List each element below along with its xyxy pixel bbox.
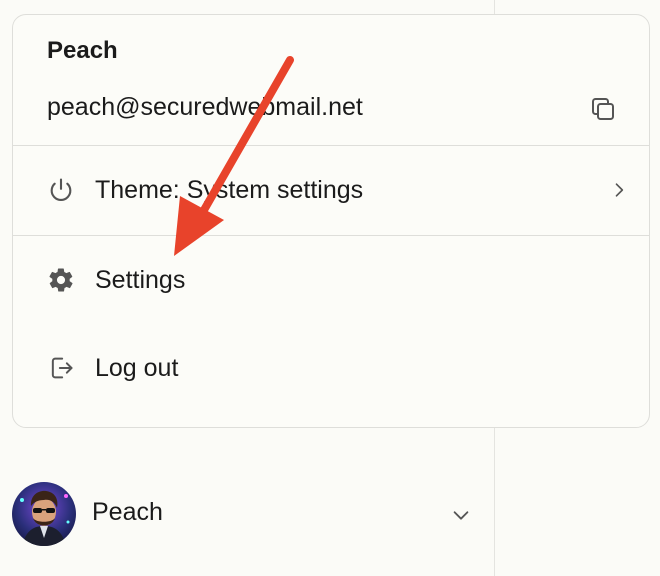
copy-icon <box>592 98 614 120</box>
menu-item-logout-label: Log out <box>95 353 179 382</box>
menu-item-settings[interactable]: Settings <box>13 252 649 308</box>
account-switcher[interactable]: Peach <box>0 476 494 552</box>
user-menu-popover: Peach peach@securedwebmail.net Theme: Sy… <box>12 14 650 428</box>
user-name: Peach <box>47 37 118 64</box>
gear-icon <box>47 266 75 294</box>
page: Peach peach@securedwebmail.net Theme: Sy… <box>0 0 660 576</box>
menu-item-logout[interactable]: Log out <box>13 340 649 396</box>
power-icon <box>47 176 75 204</box>
menu-item-theme-label: Theme: System settings <box>95 175 364 204</box>
menu-divider <box>13 235 649 236</box>
chevron-down-icon <box>453 511 469 520</box>
menu-item-theme[interactable]: Theme: System settings <box>13 162 649 218</box>
menu-divider <box>13 145 649 146</box>
copy-email-button[interactable] <box>585 91 621 127</box>
account-name: Peach <box>92 498 163 526</box>
menu-item-settings-label: Settings <box>95 265 186 294</box>
avatar <box>12 482 76 546</box>
user-email: peach@securedwebmail.net <box>47 93 363 121</box>
logout-icon <box>47 354 75 382</box>
chevron-right-icon <box>615 183 624 197</box>
